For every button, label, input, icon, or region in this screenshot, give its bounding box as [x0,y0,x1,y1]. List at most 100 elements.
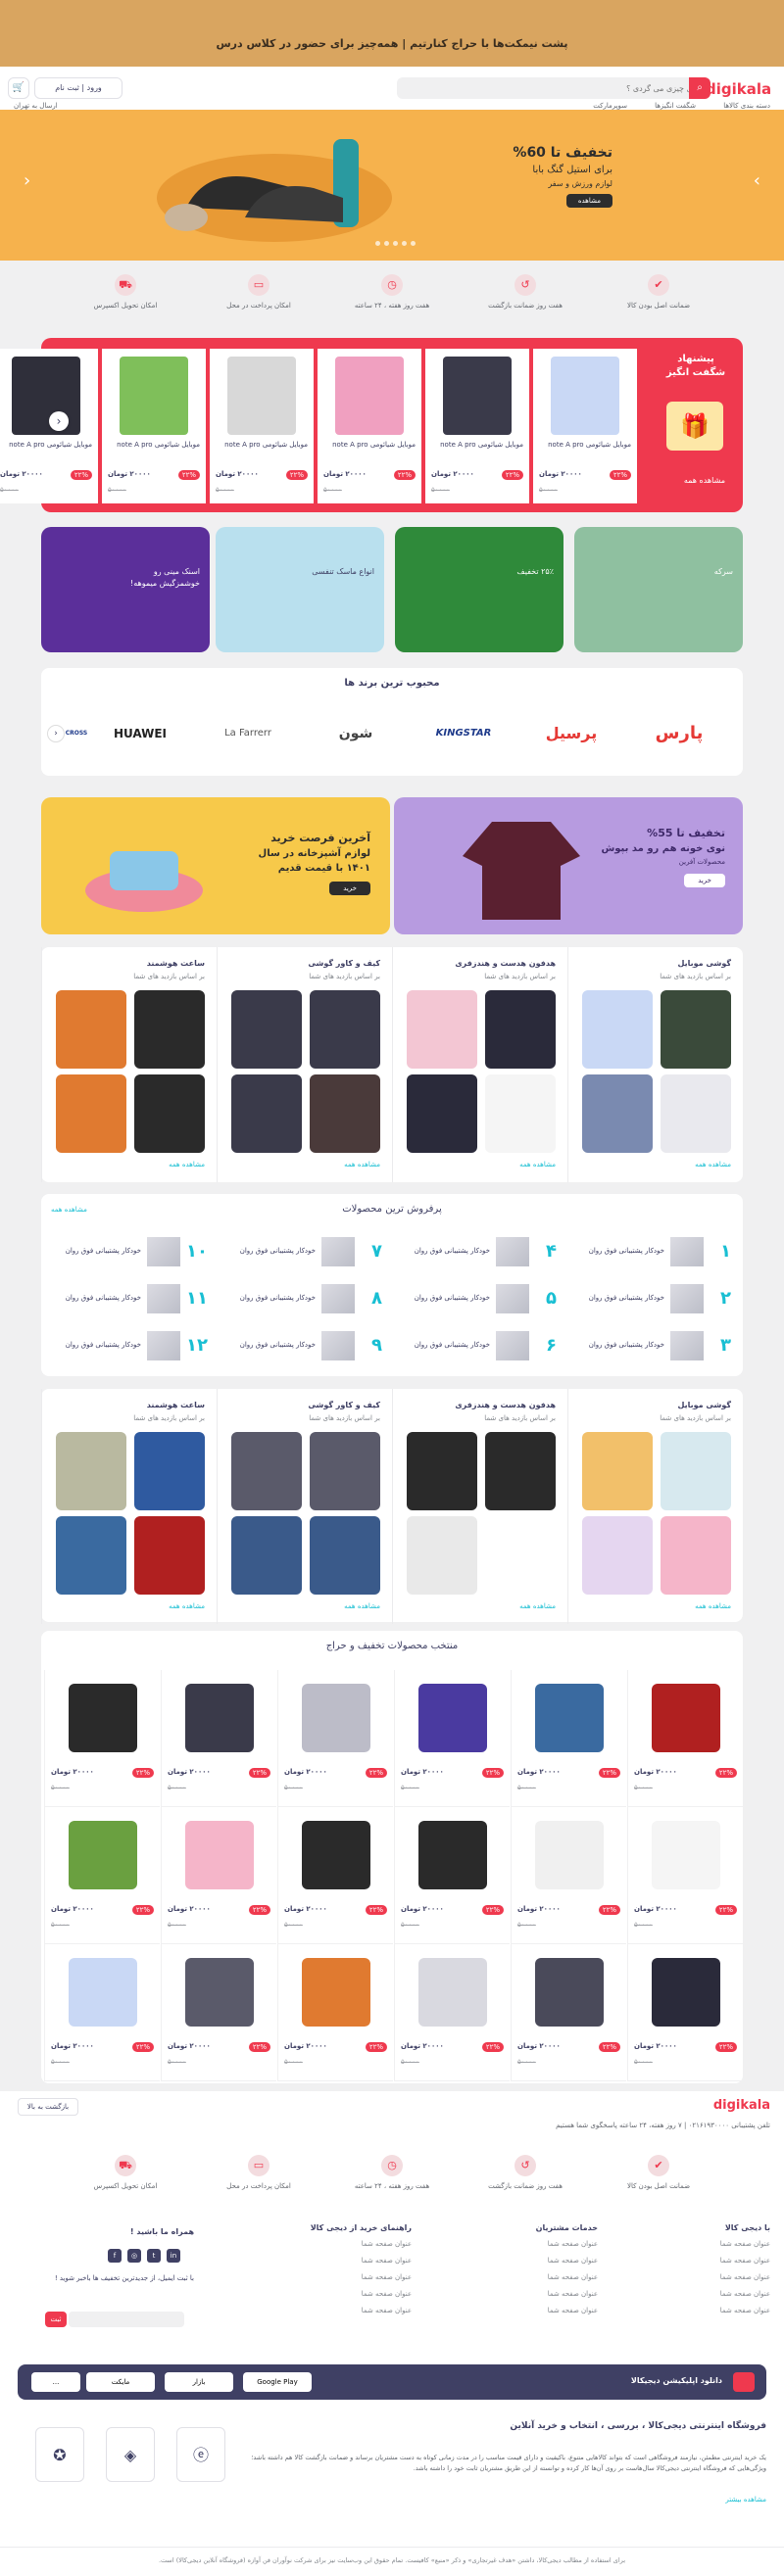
category-product-image[interactable] [485,1074,556,1153]
category-column[interactable]: هدفون هدست و هندزفری بر اساس بازدید های … [392,947,567,1182]
samandehi-badge[interactable]: ✪ [35,2427,84,2482]
bestseller-item[interactable]: ۱۲ خودکار پشتیبانی فوق روان [41,1327,208,1366]
about-more-link[interactable]: مشاهده بیشتر [725,2496,766,2504]
footer-link[interactable]: عنوان صفحه شما [265,2257,412,2265]
brand-logo[interactable]: شون [302,709,410,758]
myket-button[interactable]: مایکت [86,2372,155,2392]
discount-product-card[interactable]: ۲۲% ۲۰۰۰۰ تومان ۵۰۰۰۰ [161,1807,276,1944]
discount-product-card[interactable]: ۲۲% ۲۰۰۰۰ تومان ۵۰۰۰۰ [511,1807,626,1944]
discount-product-card[interactable]: ۲۲% ۲۰۰۰۰ تومان ۵۰۰۰۰ [277,1670,393,1807]
footer-link[interactable]: عنوان صفحه شما [451,2307,598,2314]
category-product-image[interactable] [582,990,653,1069]
amazing-product-card[interactable]: موبایل شیائومی note A pro ۲۲% ۲۰۰۰۰ توما… [0,349,98,503]
amazing-product-card[interactable]: موبایل شیائومی note A pro ۲۲% ۲۰۰۰۰ توما… [533,349,637,503]
discount-product-card[interactable]: ۲۲% ۲۰۰۰۰ تومان ۵۰۰۰۰ [394,1944,510,2081]
discount-product-card[interactable]: ۲۲% ۲۰۰۰۰ تومان ۵۰۰۰۰ [44,1944,160,2081]
category-product-image[interactable] [310,1432,380,1510]
amazing-product-card[interactable]: موبایل شیائومی note A pro ۲۲% ۲۰۰۰۰ توما… [318,349,421,503]
amazing-see-all[interactable]: مشاهده همه [684,476,725,485]
bestseller-item[interactable]: ۶ خودکار پشتیبانی فوق روان [390,1327,557,1366]
brands-next-arrow[interactable]: ‹ [47,725,65,742]
discount-product-card[interactable]: ۲۲% ۲۰۰۰۰ تومان ۵۰۰۰۰ [511,1670,626,1807]
category-column[interactable]: کیف و کاور گوشی بر اساس بازدید های شما م… [217,947,392,1182]
instagram-icon[interactable]: ◎ [127,2249,141,2263]
discount-product-card[interactable]: ۲۲% ۲۰۰۰۰ تومان ۵۰۰۰۰ [44,1807,160,1944]
amazing-product-card[interactable]: موبایل شیائومی note A pro ۲۲% ۲۰۰۰۰ توما… [425,349,529,503]
category-see-all[interactable]: مشاهده همه [169,1602,205,1610]
category-product-image[interactable] [310,1074,380,1153]
category-product-image[interactable] [485,1432,556,1510]
discount-product-card[interactable]: ۲۲% ۲۰۰۰۰ تومان ۵۰۰۰۰ [394,1670,510,1807]
hero-dot[interactable] [411,241,416,246]
bestseller-item[interactable]: ۹ خودکار پشتیبانی فوق روان [216,1327,382,1366]
ecommerce-union-badge[interactable]: ◈ [106,2427,155,2482]
category-column[interactable]: کیف و کاور گوشی بر اساس بازدید های شما م… [217,1389,392,1624]
banner-spring[interactable]: تخفیف تا 55% نوی خونه هم رو مد بپوش محصو… [394,797,743,934]
category-see-all[interactable]: مشاهده همه [519,1602,556,1610]
category-product-image[interactable] [56,1074,126,1153]
category-product-image[interactable] [310,1516,380,1595]
discount-product-card[interactable]: ۲۲% ۲۰۰۰۰ تومان ۵۰۰۰۰ [161,1670,276,1807]
category-product-image[interactable] [56,1516,126,1595]
footer-link[interactable]: عنوان صفحه شما [623,2307,770,2314]
category-product-image[interactable] [56,1432,126,1510]
linkedin-icon[interactable]: in [167,2249,180,2263]
hero-cta-button[interactable]: مشاهده [565,194,612,208]
bestseller-item[interactable]: ۷ خودکار پشتیبانی فوق روان [216,1233,382,1272]
bestseller-item[interactable]: ۱ خودکار پشتیبانی فوق روان [564,1233,731,1272]
brand-logo[interactable]: پارس [625,709,733,758]
back-to-top-button[interactable]: بازگشت به بالا [18,2098,78,2116]
category-see-all[interactable]: مشاهده همه [695,1602,731,1610]
brand-logo[interactable]: پرسیل [517,709,625,758]
discount-product-card[interactable]: ۲۲% ۲۰۰۰۰ تومان ۵۰۰۰۰ [277,1944,393,2081]
category-product-image[interactable] [407,1432,477,1510]
footer-link[interactable]: عنوان صفحه شما [623,2257,770,2265]
footer-logo[interactable]: digikala [713,2098,770,2113]
footer-link[interactable]: عنوان صفحه شما [265,2307,412,2314]
footer-link[interactable]: عنوان صفحه شما [265,2290,412,2298]
hero-dot[interactable] [402,241,407,246]
category-product-image[interactable] [661,1516,731,1595]
bestseller-item[interactable]: ۱۱ خودکار پشتیبانی فوق روان [41,1280,208,1319]
footer-link[interactable]: عنوان صفحه شما [623,2240,770,2248]
search-icon[interactable]: ⌕ [689,77,710,99]
category-see-all[interactable]: مشاهده همه [344,1161,380,1169]
category-product-image[interactable] [231,990,302,1069]
banner-kitchen[interactable]: آخرین فرصت خرید لوازم آشپزخانه در سال ۱۴… [41,797,390,934]
footer-link[interactable]: عنوان صفحه شما [265,2240,412,2248]
login-button[interactable]: ورود | ثبت نام [34,77,122,99]
google-play-button[interactable]: Google Play [243,2372,312,2392]
promo-card-vinegar[interactable]: سرکه [574,527,743,652]
footer-link[interactable]: عنوان صفحه شما [623,2290,770,2298]
more-stores-button[interactable]: ... [31,2372,80,2392]
bazaar-button[interactable]: بازار [165,2372,233,2392]
category-product-image[interactable] [231,1432,302,1510]
category-product-image[interactable] [56,990,126,1069]
newsletter-email-input[interactable] [69,2312,184,2327]
discount-product-card[interactable]: ۲۲% ۲۰۰۰۰ تومان ۵۰۰۰۰ [627,1670,743,1807]
cart-icon[interactable]: 🛒 [8,77,29,99]
discount-product-card[interactable]: ۲۲% ۲۰۰۰۰ تومان ۵۰۰۰۰ [627,1944,743,2081]
category-column[interactable]: گوشی موبایل بر اساس بازدید های شما مشاهد… [567,1389,743,1624]
footer-link[interactable]: عنوان صفحه شما [623,2273,770,2281]
discount-product-card[interactable]: ۲۲% ۲۰۰۰۰ تومان ۵۰۰۰۰ [511,1944,626,2081]
facebook-icon[interactable]: f [108,2249,122,2263]
category-product-image[interactable] [310,990,380,1069]
discount-product-card[interactable]: ۲۲% ۲۰۰۰۰ تومان ۵۰۰۰۰ [277,1807,393,1944]
category-see-all[interactable]: مشاهده همه [519,1161,556,1169]
category-product-image[interactable] [582,1074,653,1153]
bestseller-item[interactable]: ۱۰ خودکار پشتیبانی فوق روان [41,1233,208,1272]
amazing-product-card[interactable]: موبایل شیائومی note A pro ۲۲% ۲۰۰۰۰ توما… [102,349,206,503]
enamad-badge[interactable]: ⓔ [176,2427,225,2482]
amazing-product-card[interactable]: موبایل شیائومی note A pro ۲۲% ۲۰۰۰۰ توما… [210,349,314,503]
discount-product-card[interactable]: ۲۲% ۲۰۰۰۰ تومان ۵۰۰۰۰ [44,1670,160,1807]
category-product-image[interactable] [582,1516,653,1595]
kitchen-buy-button[interactable]: خرید [329,882,370,895]
hero-next-arrow[interactable]: › [754,170,760,191]
site-logo[interactable]: digikala [706,80,771,98]
category-product-image[interactable] [485,1516,556,1595]
brand-logo[interactable]: KINGSTAR [410,709,517,758]
discount-product-card[interactable]: ۲۲% ۲۰۰۰۰ تومان ۵۰۰۰۰ [394,1807,510,1944]
category-column[interactable]: هدفون هدست و هندزفری بر اساس بازدید های … [392,1389,567,1624]
promo-card-sauce[interactable]: ۲۵٪ تخفیف [395,527,564,652]
